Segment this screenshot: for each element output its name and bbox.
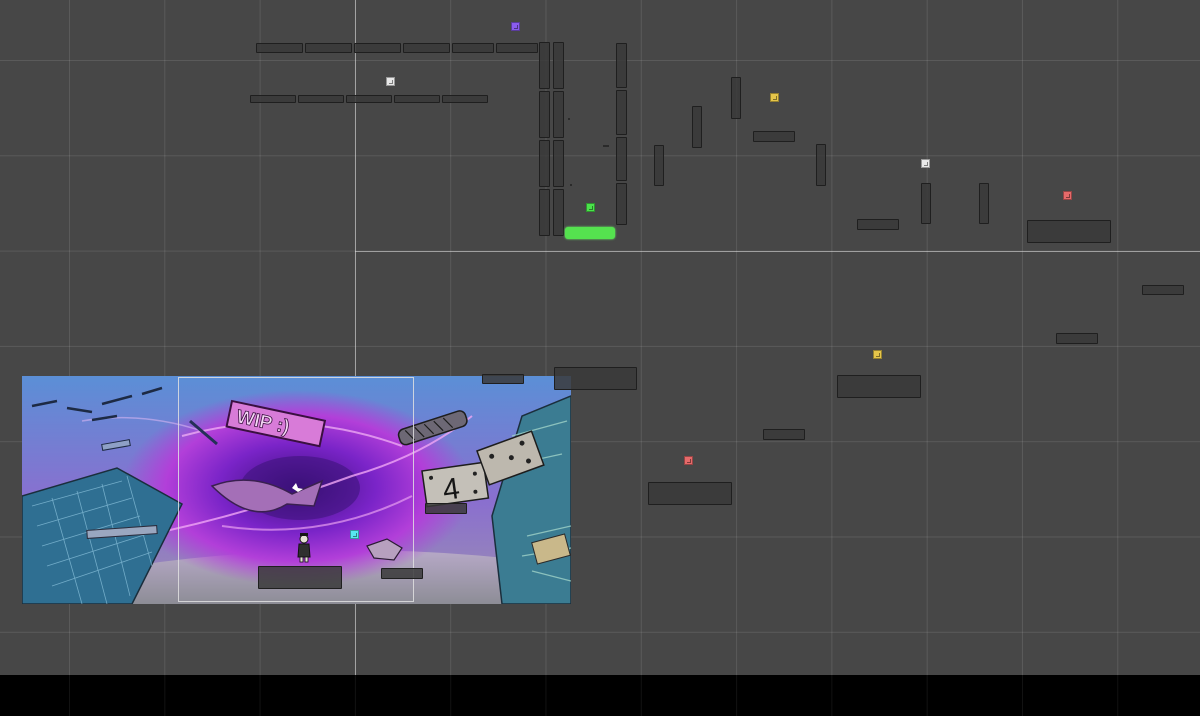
pillar[interactable] bbox=[921, 183, 931, 224]
platform[interactable] bbox=[381, 568, 423, 579]
platform[interactable] bbox=[354, 43, 401, 53]
platform[interactable] bbox=[1056, 333, 1098, 344]
yellow-marker-icon[interactable] bbox=[873, 350, 882, 359]
platform[interactable] bbox=[753, 131, 795, 142]
debris-dot bbox=[603, 145, 609, 147]
white-marker-icon[interactable] bbox=[921, 159, 930, 168]
platform[interactable] bbox=[1142, 285, 1184, 295]
platform[interactable] bbox=[857, 219, 899, 230]
yellow-marker-icon[interactable] bbox=[770, 93, 779, 102]
wall-segment[interactable] bbox=[539, 91, 550, 138]
wall-segment[interactable] bbox=[616, 90, 627, 135]
green-marker-icon[interactable] bbox=[586, 203, 595, 212]
wall-segment[interactable] bbox=[616, 183, 627, 225]
platform[interactable] bbox=[1027, 220, 1111, 243]
pillar[interactable] bbox=[731, 77, 741, 119]
pillar[interactable] bbox=[816, 144, 826, 186]
wall-segment[interactable] bbox=[553, 189, 564, 236]
platform[interactable] bbox=[554, 367, 637, 390]
wall-segment[interactable] bbox=[539, 140, 550, 187]
platform[interactable] bbox=[305, 43, 352, 53]
wall-segment[interactable] bbox=[616, 43, 627, 88]
platform[interactable] bbox=[403, 43, 450, 53]
red-marker-icon[interactable] bbox=[684, 456, 693, 465]
platform[interactable] bbox=[258, 566, 342, 589]
wall-segment[interactable] bbox=[539, 42, 550, 89]
cyan-marker-icon[interactable] bbox=[350, 530, 359, 539]
platform[interactable] bbox=[256, 43, 303, 53]
pillar[interactable] bbox=[979, 183, 989, 224]
wall-segment[interactable] bbox=[553, 140, 564, 187]
platform[interactable] bbox=[425, 503, 467, 514]
wall-segment[interactable] bbox=[553, 42, 564, 89]
goal-platform[interactable] bbox=[565, 227, 615, 239]
platform[interactable] bbox=[346, 95, 392, 103]
player-character[interactable] bbox=[296, 532, 312, 564]
debris-dot bbox=[570, 184, 572, 186]
pillar[interactable] bbox=[692, 106, 702, 148]
platform[interactable] bbox=[763, 429, 805, 440]
platform[interactable] bbox=[298, 95, 344, 103]
debris-dot bbox=[568, 118, 570, 120]
level-bound-horizontal bbox=[355, 251, 1200, 252]
purple-marker-icon[interactable] bbox=[511, 22, 520, 31]
platform[interactable] bbox=[837, 375, 921, 398]
platform[interactable] bbox=[648, 482, 732, 505]
platform[interactable] bbox=[496, 43, 538, 53]
wall-segment[interactable] bbox=[539, 189, 550, 236]
bottom-bar bbox=[0, 675, 1200, 716]
level-editor-viewport[interactable]: WIP :) 4 bbox=[0, 0, 1200, 675]
wall-segment[interactable] bbox=[553, 91, 564, 138]
platform[interactable] bbox=[442, 95, 488, 103]
platform[interactable] bbox=[482, 374, 524, 384]
platform[interactable] bbox=[250, 95, 296, 103]
platform[interactable] bbox=[452, 43, 494, 53]
platform[interactable] bbox=[394, 95, 440, 103]
red-marker-icon[interactable] bbox=[1063, 191, 1072, 200]
white-marker-icon[interactable] bbox=[386, 77, 395, 86]
wall-segment[interactable] bbox=[616, 137, 627, 181]
pillar[interactable] bbox=[654, 145, 664, 186]
